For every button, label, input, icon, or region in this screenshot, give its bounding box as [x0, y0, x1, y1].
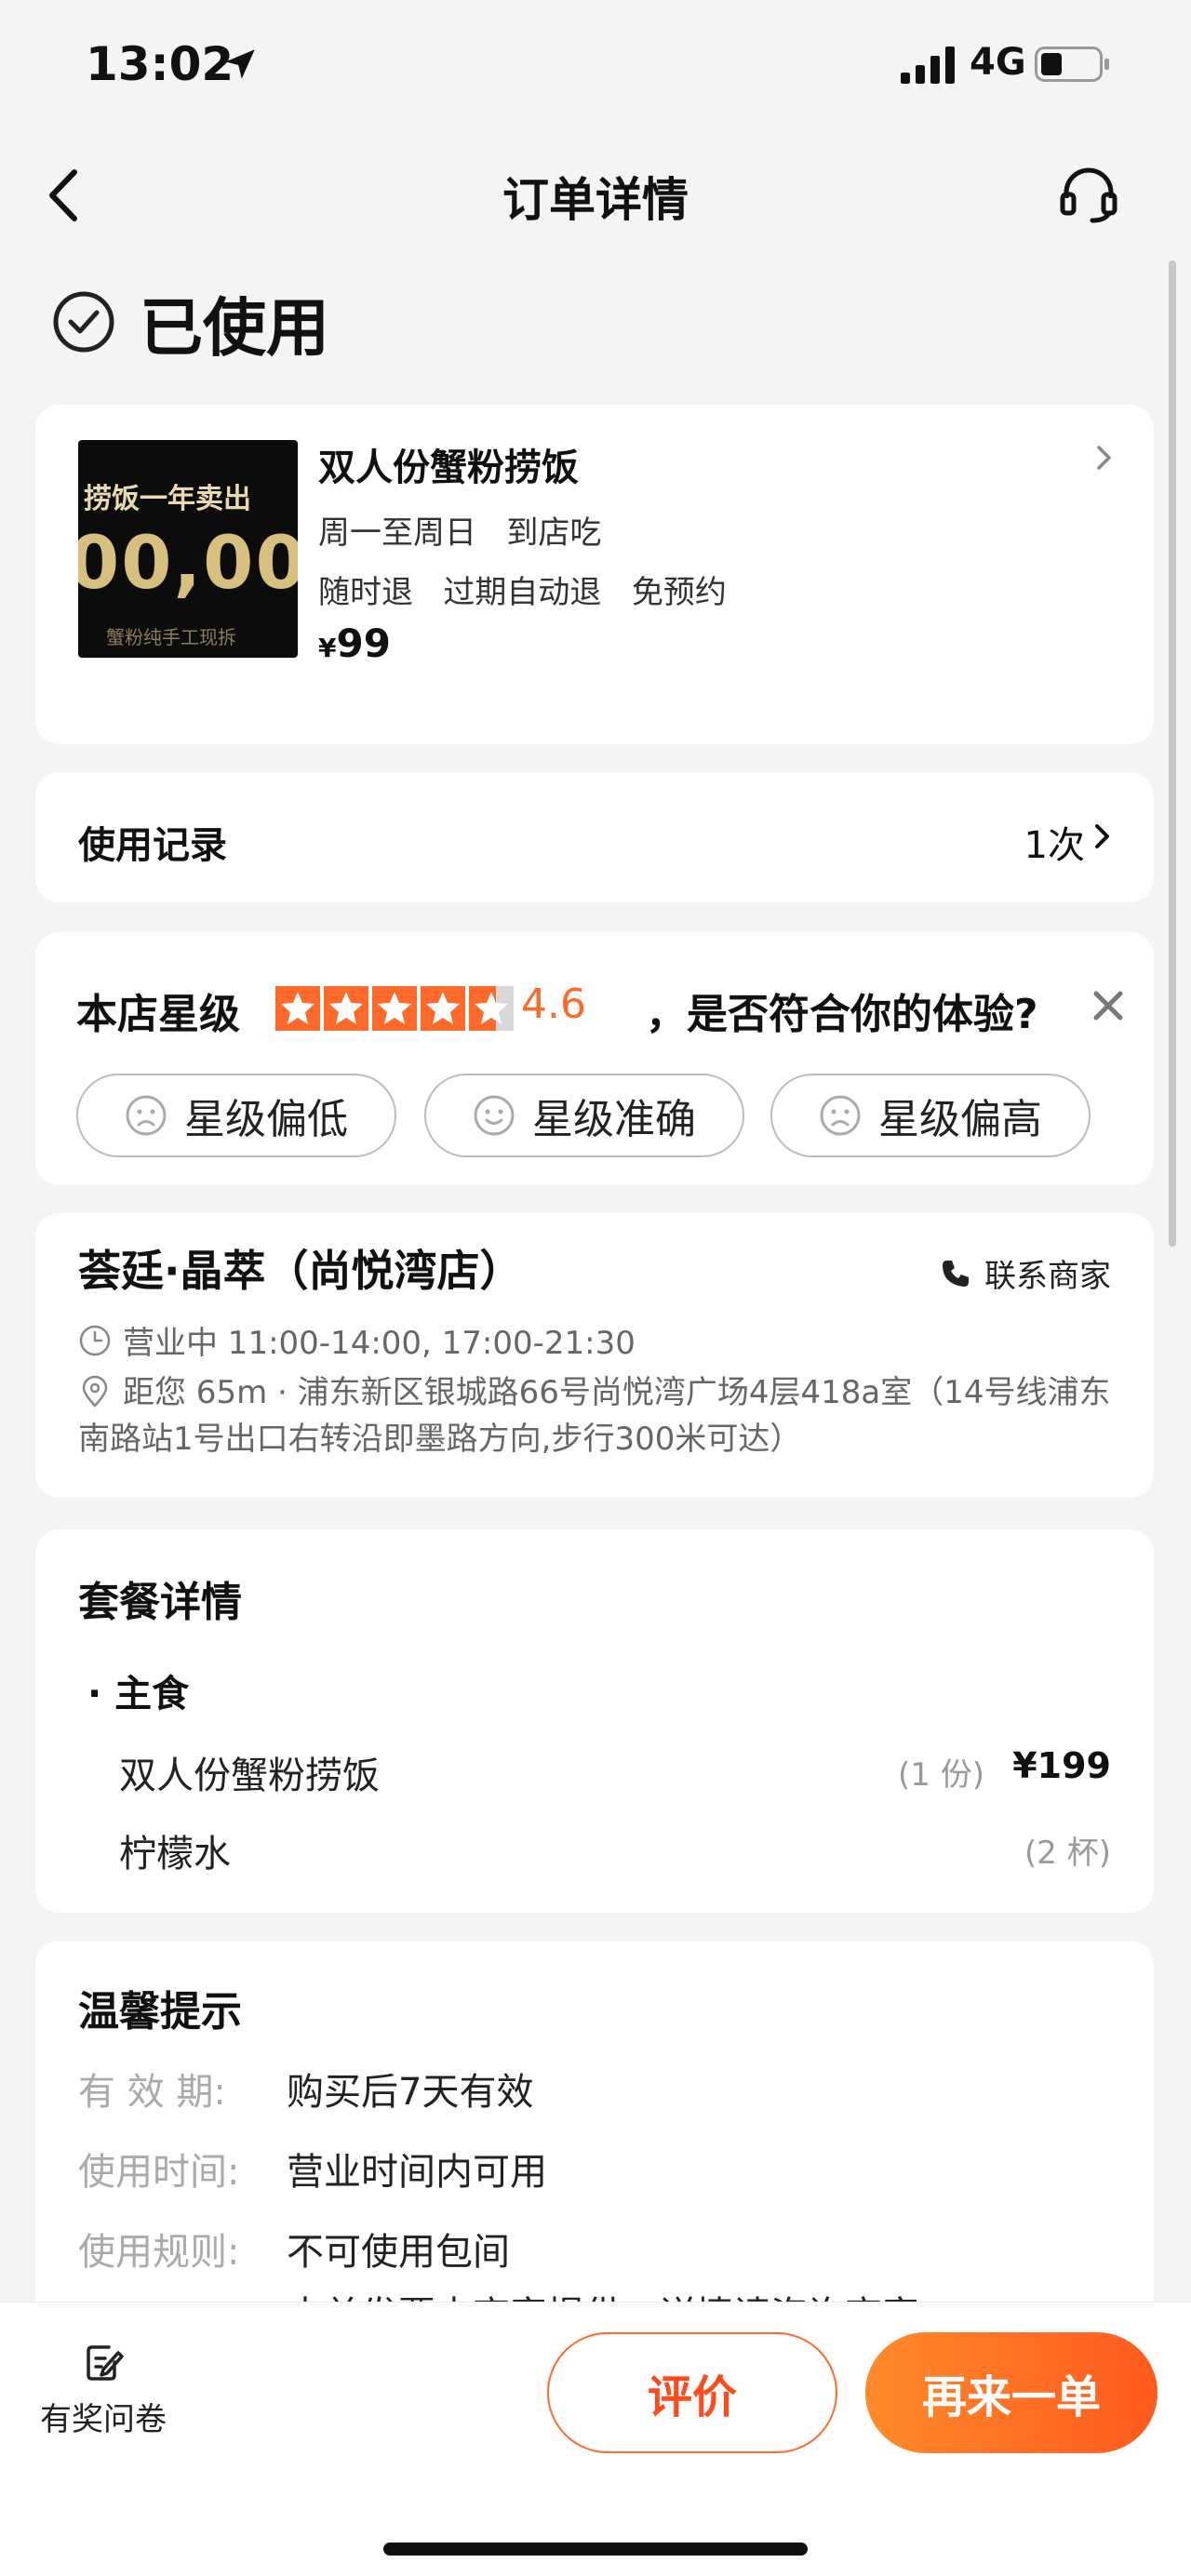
product-image-number: 00,000 — [78, 522, 298, 606]
clock-icon — [79, 1325, 111, 1355]
store-hours-text: 营业中 11:00-14:00, 17:00-21:30 — [123, 1325, 636, 1362]
store-hours: 营业中 11:00-14:00, 17:00-21:30 — [78, 1317, 636, 1363]
package-details-card: 套餐详情 · 主食 双人份蟹粉捞饭 (1 份) ¥199 柠檬水 (2 杯) — [35, 1529, 1154, 1913]
status-time: 13:02 — [86, 37, 234, 91]
close-icon[interactable] — [1091, 988, 1126, 1023]
tip-value: 营业时间内可用 — [287, 2151, 547, 2194]
store-rating-card: 本店星级 4.6 ，是否符合你的体验? 星级偏低 星级准确 星级偏高 — [35, 932, 1154, 1185]
rating-high-button[interactable]: 星级偏高 — [770, 1074, 1091, 1157]
page-title: 订单详情 — [502, 173, 689, 227]
rating-question: ，是否符合你的体验? — [646, 991, 1038, 1038]
phone-icon — [943, 1260, 969, 1287]
tip-value: 不可使用包间 — [287, 2231, 510, 2274]
bottom-action-bar: 有奖问卷 评价 再来一单 — [0, 2302, 1191, 2576]
rating-score: 4.6 — [521, 981, 586, 1028]
survey-button[interactable]: 有奖问卷 — [33, 2340, 173, 2439]
rating-stars — [275, 986, 517, 1031]
package-item-qty: (2 杯) — [1024, 1835, 1111, 1872]
contact-merchant-label: 联系商家 — [984, 1258, 1111, 1295]
product-image: 捞饭一年卖出 00,000 蟹粉纯手工现拆 — [78, 440, 298, 658]
product-price: ¥99 — [318, 621, 391, 666]
usage-record-count: 1次 — [1024, 824, 1085, 867]
check-circle-icon — [53, 291, 114, 353]
star-icon — [275, 986, 320, 1031]
product-name: 双人份蟹粉捞饭 — [318, 447, 579, 489]
package-item-name: 双人份蟹粉捞饭 — [119, 1755, 380, 1797]
package-item-price: ¥199 — [1012, 1745, 1111, 1786]
package-category: · 主食 — [87, 1673, 190, 1715]
nav-bar: 订单详情 — [0, 135, 1191, 256]
chevron-right-icon — [1095, 824, 1109, 848]
rating-accurate-button[interactable]: 星级准确 — [424, 1074, 744, 1157]
sad-face-icon — [126, 1095, 167, 1136]
store-info-card: 荟廷·晶萃（尚悦湾店） 联系商家 营业中 11:00-14:00, 17:00-… — [35, 1213, 1154, 1498]
product-card[interactable]: 捞饭一年卖出 00,000 蟹粉纯手工现拆 双人份蟹粉捞饭 周一至周日 到店吃 … — [35, 405, 1154, 744]
order-status-text: 已使用 — [140, 291, 330, 366]
star-icon — [421, 986, 465, 1031]
signal-icon — [901, 47, 955, 84]
product-refund-info: 随时退 过期自动退 免预约 — [318, 574, 727, 611]
reorder-button[interactable]: 再来一单 — [865, 2332, 1158, 2453]
rating-accurate-label: 星级准确 — [532, 1096, 696, 1143]
product-image-subcaption: 蟹粉纯手工现拆 — [106, 626, 236, 648]
battery-icon — [1035, 47, 1109, 82]
home-indicator — [383, 2543, 808, 2556]
store-name[interactable]: 荟廷·晶萃（尚悦湾店） — [78, 1237, 522, 1299]
tip-label: 有 效 期: — [78, 2071, 226, 2114]
product-usage-info: 周一至周日 到店吃 — [318, 514, 602, 552]
sad-face-icon — [820, 1095, 861, 1136]
network-type: 4G — [970, 41, 1026, 84]
currency-symbol: ¥ — [318, 633, 337, 663]
price-value: 99 — [336, 621, 391, 666]
star-icon — [324, 986, 368, 1031]
tip-label: 使用规则: — [78, 2231, 240, 2274]
survey-label: 有奖问卷 — [40, 2401, 167, 2438]
store-address[interactable]: 距您 65m · 浦东新区银城路66号尚悦湾广场4层418a室（14号线浦东南路… — [78, 1369, 1130, 1462]
package-item-qty: (1 份) — [898, 1756, 984, 1794]
package-item-name: 柠檬水 — [119, 1833, 231, 1875]
rating-high-label: 星级偏高 — [878, 1096, 1042, 1143]
review-button[interactable]: 评价 — [547, 2332, 837, 2453]
store-address-text: 距您 65m · 浦东新区银城路66号尚悦湾广场4层418a室（14号线浦东南路… — [78, 1374, 1111, 1458]
usage-record-row[interactable]: 使用记录 1次 — [35, 772, 1154, 902]
tips-title: 温馨提示 — [78, 1988, 242, 2035]
package-title: 套餐详情 — [78, 1579, 242, 1626]
status-bar: 13:02 4G — [0, 0, 1191, 135]
tip-value: 购买后7天有效 — [287, 2071, 534, 2114]
survey-edit-icon — [87, 2345, 124, 2381]
usage-record-label: 使用记录 — [78, 824, 227, 867]
customer-service-icon[interactable] — [1057, 163, 1120, 226]
star-icon — [372, 986, 417, 1031]
chevron-right-icon — [1097, 446, 1111, 470]
location-arrow-icon — [225, 49, 255, 79]
product-image-caption: 捞饭一年卖出 — [84, 483, 251, 515]
tip-label: 使用时间: — [78, 2151, 240, 2194]
rating-title: 本店星级 — [76, 991, 240, 1038]
location-pin-icon — [82, 1375, 108, 1408]
rating-low-button[interactable]: 星级偏低 — [76, 1074, 396, 1157]
partial-star-icon — [469, 986, 514, 1031]
contact-merchant-button[interactable]: 联系商家 — [940, 1250, 1111, 1296]
smile-face-icon — [474, 1095, 515, 1136]
scrollbar[interactable] — [1169, 260, 1176, 1247]
rating-low-label: 星级偏低 — [184, 1096, 348, 1143]
order-status: 已使用 — [52, 285, 329, 366]
